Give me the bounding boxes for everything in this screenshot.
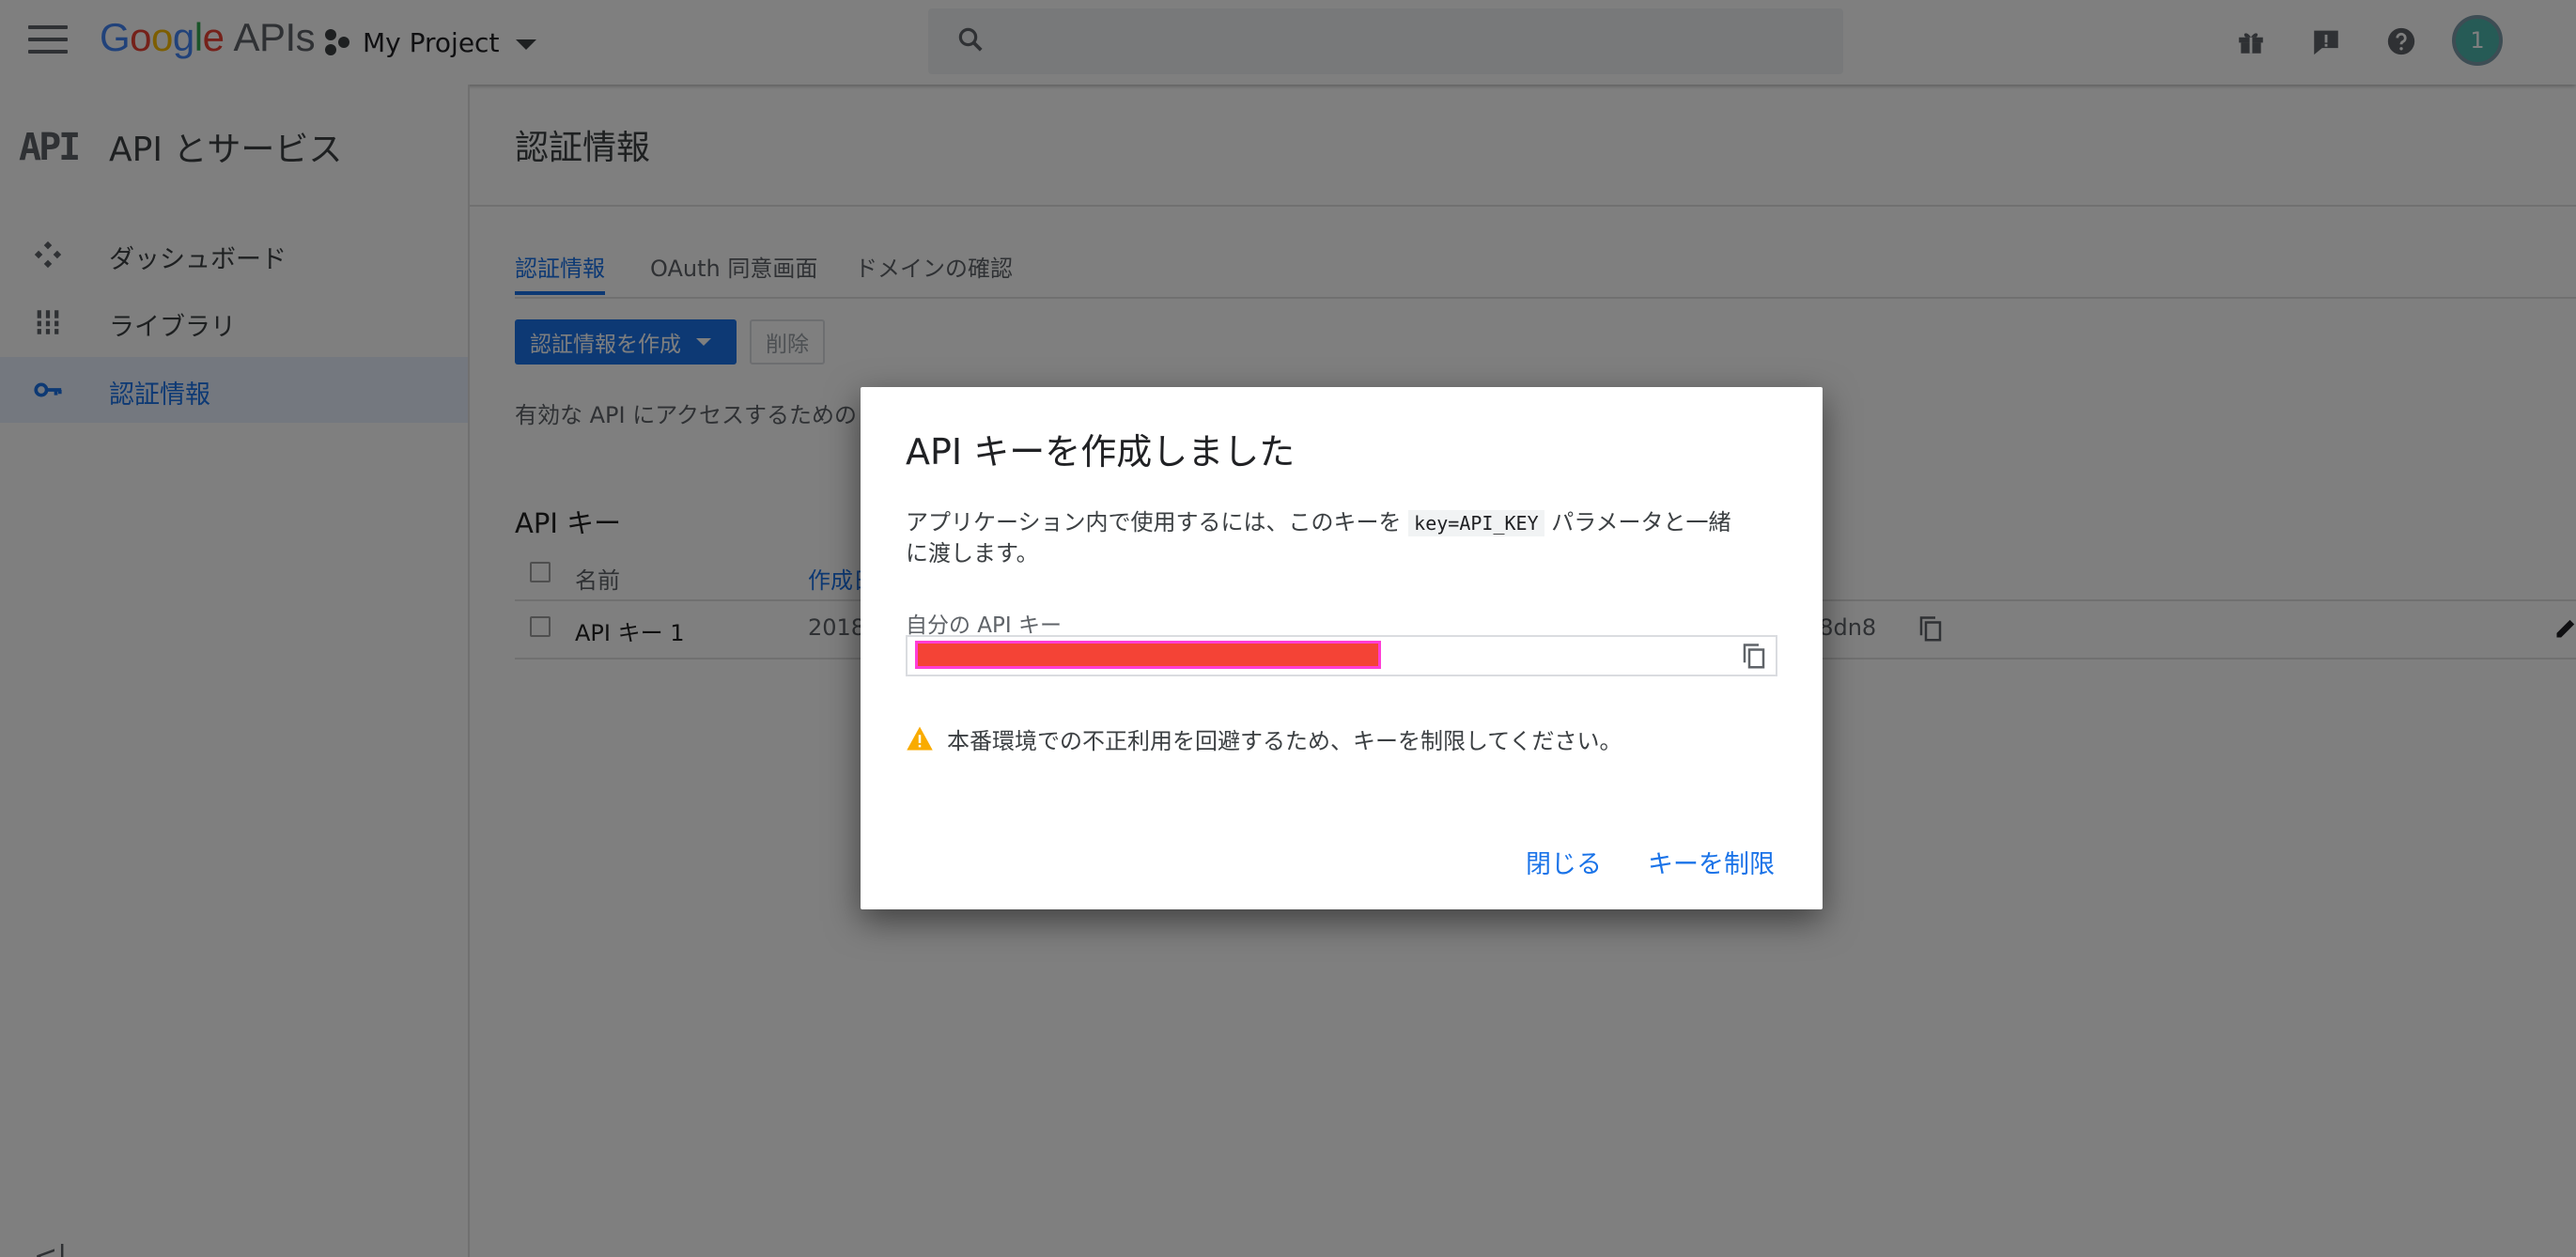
warning-icon [907, 726, 933, 751]
warning-text: 本番環境での不正利用を回避するため、キーを制限してください。 [947, 727, 1622, 754]
close-button[interactable]: 閉じる [1526, 844, 1602, 880]
dialog-title: API キーを作成しました [906, 431, 1296, 473]
restrict-key-button[interactable]: キーを制限 [1648, 844, 1775, 880]
restriction-warning: 本番環境での不正利用を回避するため、キーを制限してください。 [906, 720, 1622, 757]
api-key-created-dialog: API キーを作成しました アプリケーション内で使用するには、このキーを key… [861, 387, 1823, 909]
copy-icon[interactable] [1740, 641, 1768, 673]
key-param-code: key=API_KEY [1408, 510, 1544, 536]
redacted-api-key [915, 641, 1381, 669]
dialog-description: アプリケーション内で使用するには、このキーを key=API_KEY パラメータ… [906, 507, 1751, 568]
api-key-field[interactable] [906, 635, 1777, 676]
dialog-text-start: アプリケーション内で使用するには、このキーを [906, 509, 1409, 535]
api-key-label: 自分の API キー [906, 613, 1063, 638]
